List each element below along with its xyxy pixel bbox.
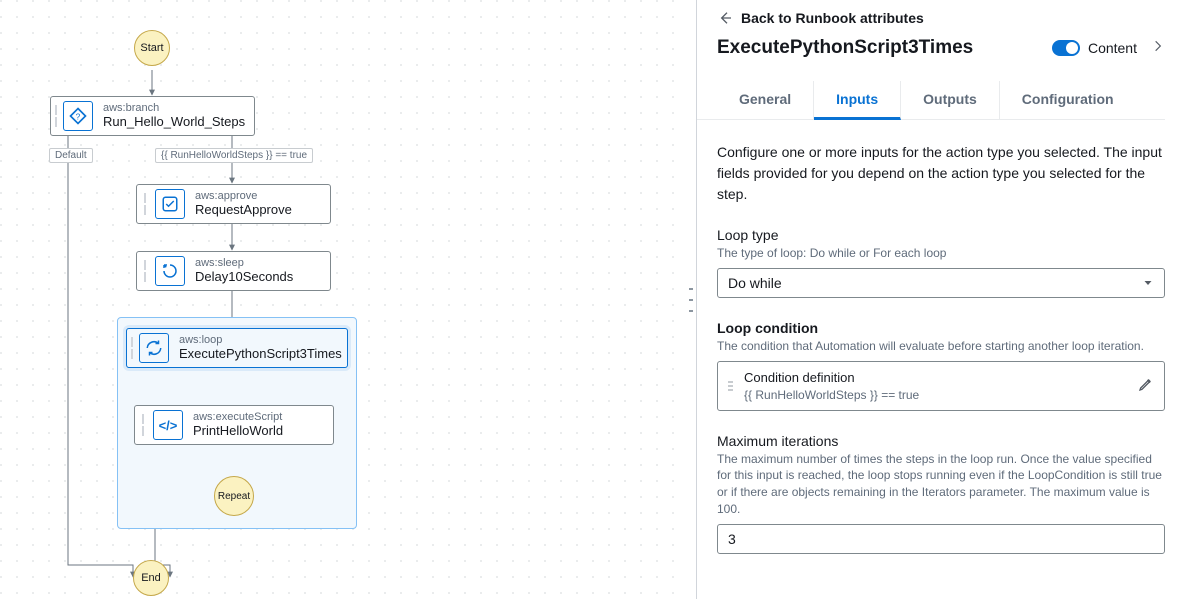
repeat-label: Repeat [218, 491, 250, 502]
loop-type-value: Do while [728, 275, 782, 291]
node-branch[interactable]: ? aws:branch Run_Hello_World_Steps [50, 96, 255, 136]
node-title: ExecutePythonScript3Times [179, 346, 342, 363]
condition-value: {{ RunHelloWorldSteps }} == true [744, 388, 1128, 402]
condition-title: Condition definition [744, 370, 1128, 385]
edge-label-condition: {{ RunHelloWorldSteps }} == true [155, 148, 313, 163]
drag-handle-icon[interactable] [55, 105, 57, 127]
chevron-down-icon [1142, 277, 1154, 289]
node-script[interactable]: </> aws:executeScript PrintHelloWorld [134, 405, 334, 445]
chevron-right-icon [1151, 39, 1165, 53]
tab-configuration[interactable]: Configuration [1000, 81, 1136, 119]
max-iter-label: Maximum iterations [717, 433, 1165, 449]
edge-label-default: Default [49, 148, 93, 163]
svg-text:?: ? [76, 111, 81, 121]
start-node: Start [134, 30, 170, 66]
loop-type-select[interactable]: Do while [717, 268, 1165, 298]
toggle-switch-icon [1052, 40, 1080, 56]
node-title: Run_Hello_World_Steps [103, 114, 245, 131]
node-type: aws:sleep [195, 257, 293, 269]
arrow-left-icon [717, 10, 733, 26]
condition-box: Condition definition {{ RunHelloWorldSte… [717, 361, 1165, 411]
back-link[interactable]: Back to Runbook attributes [697, 8, 1165, 36]
node-sleep[interactable]: aws:sleep Delay10Seconds [136, 251, 331, 291]
node-approve[interactable]: aws:approve RequestApprove [136, 184, 331, 224]
approve-icon [155, 189, 185, 219]
node-title: Delay10Seconds [195, 269, 293, 286]
repeat-node: Repeat [214, 476, 254, 516]
loop-condition-desc: The condition that Automation will evalu… [717, 338, 1165, 355]
drag-handle-icon[interactable] [131, 337, 133, 359]
drag-handle-icon[interactable] [139, 414, 147, 436]
content-toggle[interactable]: Content [1052, 40, 1137, 56]
loop-condition-heading: Loop condition [717, 320, 1165, 336]
node-loop[interactable]: aws:loop ExecutePythonScript3Times [126, 328, 348, 368]
tab-general[interactable]: General [717, 81, 814, 119]
node-title: RequestApprove [195, 202, 292, 219]
back-label: Back to Runbook attributes [741, 10, 924, 26]
tab-outputs[interactable]: Outputs [901, 81, 1000, 119]
help-text: Configure one or more inputs for the act… [717, 142, 1165, 205]
end-node: End [133, 560, 169, 596]
splitter[interactable] [685, 0, 697, 599]
end-label: End [141, 572, 161, 584]
details-panel: Back to Runbook attributes ExecutePython… [697, 0, 1185, 599]
node-title: PrintHelloWorld [193, 423, 283, 440]
flow-canvas[interactable]: Start ? aws:branch Run_Hello_World_Steps… [0, 0, 685, 599]
tabs: General Inputs Outputs Configuration [697, 81, 1165, 120]
max-iter-desc: The maximum number of times the steps in… [717, 451, 1165, 518]
toggle-label: Content [1088, 40, 1137, 56]
splitter-handle-icon [689, 288, 693, 312]
node-type: aws:branch [103, 102, 245, 114]
page-title: ExecutePythonScript3Times [717, 37, 973, 59]
expand-button[interactable] [1151, 36, 1165, 59]
node-type: aws:loop [179, 334, 342, 346]
start-label: Start [140, 42, 163, 54]
node-type: aws:executeScript [193, 411, 283, 423]
loop-type-desc: The type of loop: Do while or For each l… [717, 245, 1165, 262]
drag-handle-icon[interactable] [141, 193, 149, 215]
tab-inputs[interactable]: Inputs [814, 81, 901, 120]
node-type: aws:approve [195, 190, 292, 202]
edit-condition-button[interactable] [1138, 376, 1154, 395]
max-iter-value: 3 [728, 531, 736, 547]
branch-icon: ? [63, 101, 93, 131]
loop-type-label: Loop type [717, 227, 1165, 243]
drag-handle-icon[interactable] [728, 381, 734, 391]
loop-icon [139, 333, 169, 363]
drag-handle-icon[interactable] [141, 260, 149, 282]
pencil-icon [1138, 376, 1154, 392]
max-iterations-input[interactable]: 3 [717, 524, 1165, 554]
script-icon: </> [153, 410, 183, 440]
sleep-icon [155, 256, 185, 286]
